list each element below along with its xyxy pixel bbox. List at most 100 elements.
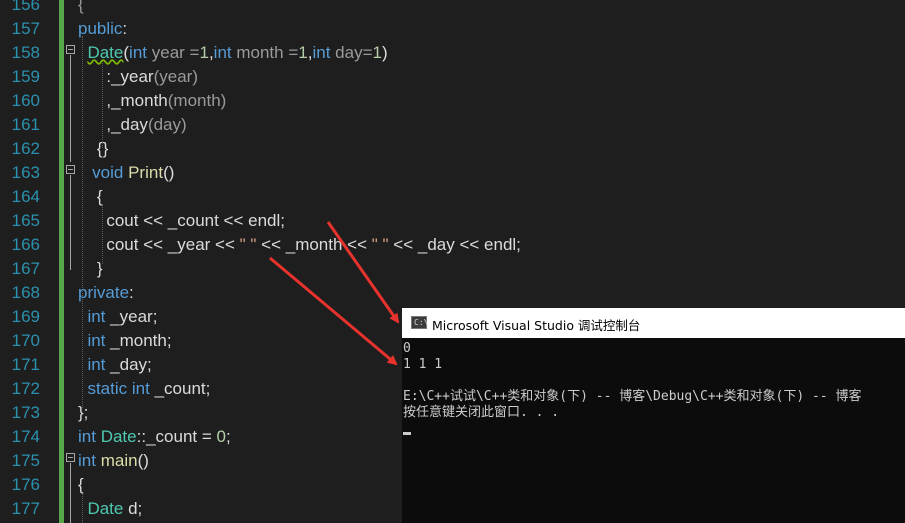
console-output-line: 0 [403,341,411,356]
code-token: Date [87,43,124,62]
line-number: 162 [11,139,40,158]
code-token: cout << [78,235,168,254]
console-output-line: 1 1 1 [403,357,443,372]
code-text: int _year; [78,305,157,329]
code-line[interactable]: 156 { [0,0,905,17]
code-token: int [87,331,106,350]
code-token: : [122,19,128,38]
code-token: void [92,163,124,182]
code-text: { [78,473,84,497]
code-token: ; [166,331,172,350]
code-text: ,_day(day) [78,113,187,137]
code-line[interactable]: 164 { [0,185,905,209]
code-token: 1 [298,43,308,62]
code-token: = [197,427,217,446]
code-line[interactable]: 168 private: [0,281,905,305]
line-number: 161 [11,115,40,134]
code-line[interactable]: 166 cout << _year << " " << _month << " … [0,233,905,257]
code-token: _month [111,91,168,110]
code-text: :_year(year) [78,65,198,89]
code-token: Date [100,427,137,446]
code-line[interactable]: 157 public: [0,17,905,41]
line-number: 156 [11,0,40,14]
code-token: (day) [147,115,187,134]
code-text: cout << _count << endl; [78,209,285,233]
code-token: _day [111,115,148,134]
console-output-line: 按任意键关闭此窗口. . . [403,405,560,420]
code-line[interactable]: 161 ,_day(day) [0,113,905,137]
code-token: month = [231,43,299,62]
code-line[interactable]: 163 void Print() [0,161,905,185]
code-line[interactable]: 158 Date(int year =1,int month =1,int da… [0,41,905,65]
code-token: 0 [216,427,226,446]
code-token: int [131,379,150,398]
code-token: { [78,475,84,494]
console-output-line: E:\C++试试\C++类和对象(下) -- 博客\Debug\C++类和对象(… [403,389,862,404]
code-token: << endl; [218,211,285,230]
code-token: _day [110,355,148,374]
line-number: 163 [11,163,40,182]
code-line[interactable]: 160 ,_month(month) [0,89,905,113]
line-number: 167 [11,259,40,278]
code-token: public [78,19,123,38]
code-token: << endl; [454,235,521,254]
code-token: int [87,307,106,326]
code-token: ) [381,43,388,62]
code-line[interactable]: 159 :_year(year) [0,65,905,89]
console-title: Microsoft Visual Studio 调试控制台 [432,318,641,333]
line-number: 175 [11,451,40,470]
code-token: (month) [167,91,227,110]
code-token: _year [167,235,211,254]
code-token: ; [147,355,152,374]
code-text: int _month; [78,329,172,353]
code-token: << [256,235,286,254]
code-text: public: [78,17,127,41]
line-number: 158 [11,43,40,62]
code-token: year = [147,43,200,62]
code-text: cout << _year << " " << _month << " " <<… [78,233,521,257]
code-token: main [100,451,138,470]
code-token: private [78,283,130,302]
code-token: Date [87,499,124,518]
code-text: private: [78,281,134,305]
code-text: Date d; [78,497,142,521]
code-token: ; [152,307,158,326]
code-text: { [78,185,103,209]
code-token: " " [371,235,389,254]
code-token: day= [330,43,373,62]
code-token: } [78,259,103,278]
code-line[interactable]: 165 cout << _count << endl; [0,209,905,233]
line-number: 177 [11,499,40,518]
code-token: , [78,115,112,134]
line-number: 171 [11,355,40,374]
code-token: {} [78,139,109,158]
code-token: :: [136,427,147,446]
console-title-bar[interactable]: C:\ Microsoft Visual Studio 调试控制台 [402,308,905,338]
code-token: { [78,187,103,206]
code-line[interactable]: 167 } [0,257,905,281]
code-token: Print [128,163,164,182]
code-token: (year) [153,67,198,86]
code-token: << [342,235,372,254]
console-app-icon: C:\ [411,316,428,329]
code-text: Date(int year =1,int month =1,int day=1) [78,41,388,65]
line-number: 173 [11,403,40,422]
code-token: << [388,235,418,254]
code-token: d; [123,499,143,518]
code-token: _month [285,235,343,254]
code-token: static [87,379,128,398]
code-token: cout << [78,211,168,230]
line-number: 159 [11,67,40,86]
line-number: 157 [11,19,40,38]
line-number: 176 [11,475,40,494]
code-token: " " [239,235,257,254]
code-line[interactable]: 162 {} [0,137,905,161]
line-number: 165 [11,211,40,230]
code-token: 1 [199,43,209,62]
code-token: _count [154,379,206,398]
debug-console-window[interactable]: C:\ Microsoft Visual Studio 调试控制台 0 1 1 … [402,308,905,523]
code-token: _count [167,211,219,230]
code-text: { [78,0,84,17]
code-text: } [78,257,103,281]
